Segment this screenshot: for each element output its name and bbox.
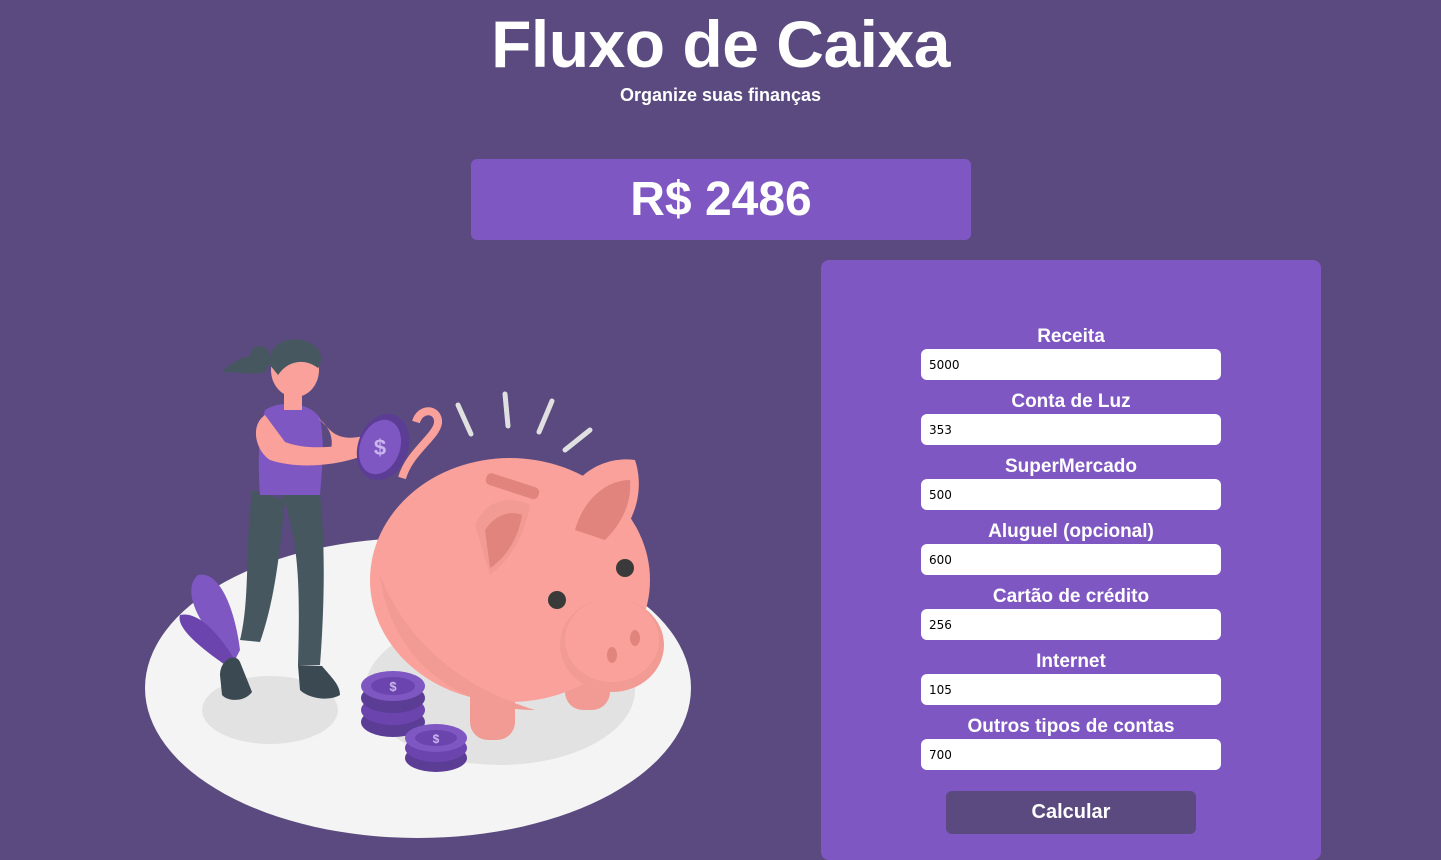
cartao-de-credito-input[interactable] xyxy=(921,609,1221,640)
supermercado-input[interactable] xyxy=(921,479,1221,510)
field-internet: Internet xyxy=(921,651,1221,716)
page-subtitle: Organize suas finanças xyxy=(619,85,822,105)
coin-symbol: $ xyxy=(374,435,386,460)
field-label: Receita xyxy=(1037,326,1105,347)
field-conta-de-luz: Conta de Luz xyxy=(921,391,1221,456)
piggy-bank-illustration: $ $ $ xyxy=(140,330,710,850)
field-label: Aluguel (opcional) xyxy=(988,521,1154,542)
coin-symbol: $ xyxy=(389,679,397,694)
calcular-button[interactable]: Calcular xyxy=(946,791,1196,834)
coin-symbol: $ xyxy=(433,732,440,746)
outros-contas-input[interactable] xyxy=(921,739,1221,770)
piggy-bank-illustration-svg: $ $ $ xyxy=(145,339,691,838)
field-label: Cartão de crédito xyxy=(992,586,1150,607)
field-aluguel: Aluguel (opcional) xyxy=(921,521,1221,586)
field-label: Internet xyxy=(1036,651,1106,672)
page-title: Fluxo de Caixa xyxy=(491,7,950,81)
page-header: Fluxo de Caixa Organize suas finanças xyxy=(0,0,1441,106)
field-label: SuperMercado xyxy=(1005,456,1137,477)
field-cartao-de-credito: Cartão de crédito xyxy=(921,586,1221,651)
internet-input[interactable] xyxy=(921,674,1221,705)
field-receita: Receita xyxy=(921,326,1221,391)
balance-value: R$ 2486 xyxy=(630,173,812,226)
receita-input[interactable] xyxy=(921,349,1221,380)
field-outros: Outros tipos de contas xyxy=(921,716,1221,781)
conta-de-luz-input[interactable] xyxy=(921,414,1221,445)
aluguel-input[interactable] xyxy=(921,544,1221,575)
field-label: Conta de Luz xyxy=(1011,391,1131,412)
field-supermercado: SuperMercado xyxy=(921,456,1221,521)
field-label: Outros tipos de contas xyxy=(967,716,1175,737)
expense-form-panel: Receita Conta de Luz SuperMercado Alugue… xyxy=(821,260,1321,860)
expense-form: Receita Conta de Luz SuperMercado Alugue… xyxy=(921,326,1221,781)
balance-display: R$ 2486 xyxy=(471,159,971,240)
